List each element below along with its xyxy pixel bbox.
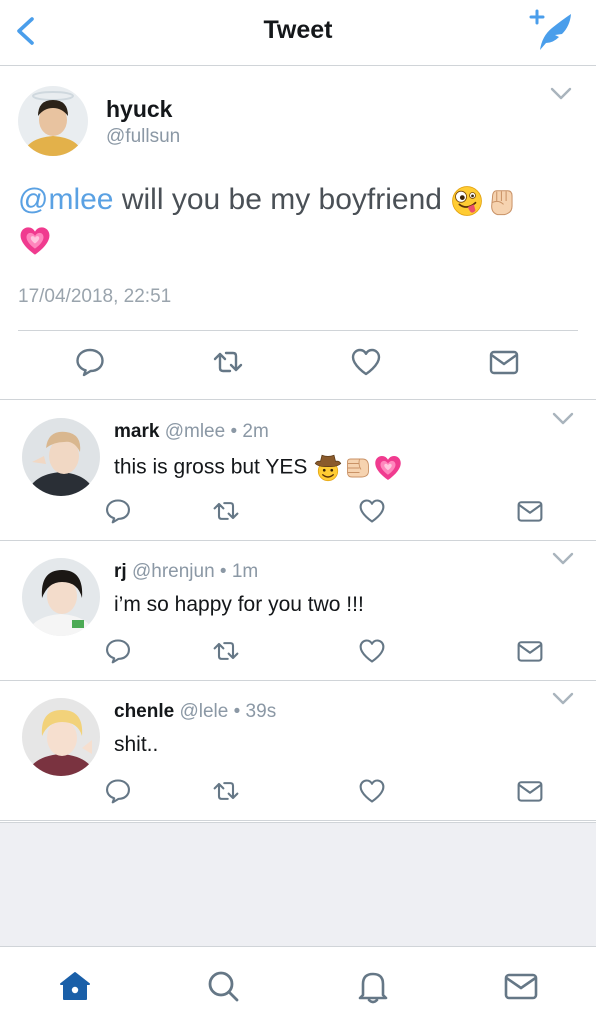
retweet-icon[interactable] <box>212 637 240 665</box>
main-tweet: hyuck @fullsun @mlee will you be my boyf… <box>0 66 596 400</box>
reply-tweet[interactable]: chenle @lele • 39s shit.. <box>0 681 596 821</box>
message-icon[interactable] <box>516 777 544 805</box>
reply-tweet[interactable]: mark @mlee • 2m this is gross but YES <box>0 401 596 541</box>
empty-feed-area <box>0 822 596 946</box>
messages-icon[interactable] <box>502 967 540 1005</box>
reply-text: shit.. <box>114 733 159 756</box>
page-title: Tweet <box>263 16 333 44</box>
reply-icon[interactable] <box>74 346 106 378</box>
tweet-text: @mlee will you be my boyfriend <box>18 180 568 260</box>
like-icon[interactable] <box>358 637 386 665</box>
reply-meta: @hrenjun • 1m <box>126 561 259 582</box>
reply-icon[interactable] <box>104 637 132 665</box>
message-icon[interactable] <box>516 637 544 665</box>
growing-heart-emoji-icon <box>18 224 52 258</box>
more-options-chevron-icon[interactable] <box>552 691 574 707</box>
reply-meta: @mlee • 2m <box>159 421 269 442</box>
growing-heart-emoji-icon <box>373 453 403 483</box>
reply-text: i’m so happy for you two !!! <box>114 593 364 616</box>
top-nav-bar: Tweet <box>0 0 596 66</box>
avatar-rj[interactable] <box>22 558 100 636</box>
reply-text: this is gross but YES <box>114 453 403 483</box>
author-handle[interactable]: @fullsun <box>106 126 180 148</box>
more-options-chevron-icon[interactable] <box>552 551 574 567</box>
tweet-actions <box>0 346 596 386</box>
tweet-timestamp: 17/04/2018, 22:51 <box>18 286 172 307</box>
reply-body: this is gross but YES <box>114 455 308 479</box>
cowboy-face-emoji-icon <box>313 453 343 483</box>
retweet-icon[interactable] <box>212 777 240 805</box>
avatar-hyuck[interactable] <box>18 86 88 156</box>
reply-icon[interactable] <box>104 497 132 525</box>
reply-meta: @lele • 39s <box>174 701 277 722</box>
like-icon[interactable] <box>358 497 386 525</box>
reply-author-name[interactable]: rj <box>114 561 127 582</box>
bottom-tab-bar <box>0 946 596 1024</box>
message-icon[interactable] <box>516 497 544 525</box>
reply-author-name[interactable]: chenle <box>114 701 174 722</box>
reply-author-name[interactable]: mark <box>114 421 159 442</box>
compose-tweet-icon[interactable] <box>528 8 574 54</box>
search-icon[interactable] <box>204 967 242 1005</box>
reply-tweet[interactable]: rj @hrenjun • 1m i’m so happy for you tw… <box>0 541 596 681</box>
avatar-mark[interactable] <box>22 418 100 496</box>
like-icon[interactable] <box>350 346 382 378</box>
like-icon[interactable] <box>358 777 386 805</box>
home-icon[interactable] <box>56 967 94 1005</box>
notifications-icon[interactable] <box>354 967 392 1005</box>
mention-link[interactable]: @mlee <box>18 183 113 216</box>
retweet-icon[interactable] <box>212 346 244 378</box>
more-options-chevron-icon[interactable] <box>550 86 572 102</box>
tweet-body: will you be my boyfriend <box>113 183 442 216</box>
raised-fist-emoji-icon <box>484 184 518 218</box>
zany-face-emoji-icon <box>450 184 484 218</box>
divider <box>18 330 578 331</box>
retweet-icon[interactable] <box>212 497 240 525</box>
reply-icon[interactable] <box>104 777 132 805</box>
more-options-chevron-icon[interactable] <box>552 411 574 427</box>
author-name[interactable]: hyuck <box>106 96 172 123</box>
message-icon[interactable] <box>488 346 520 378</box>
fist-bump-emoji-icon <box>343 453 373 483</box>
avatar-chenle[interactable] <box>22 698 100 776</box>
